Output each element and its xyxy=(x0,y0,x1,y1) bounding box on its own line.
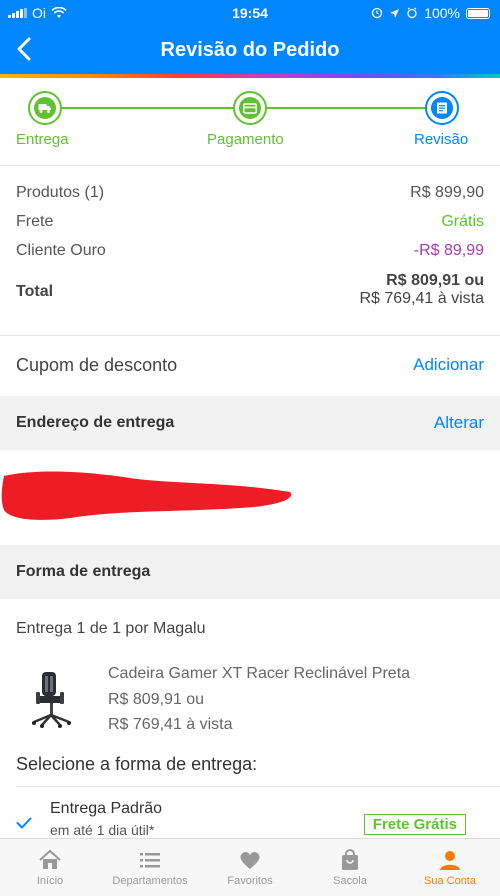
credit-card-icon xyxy=(243,102,257,114)
location-arrow-icon xyxy=(390,8,400,18)
tab-home[interactable]: Início xyxy=(0,839,100,896)
battery-icon xyxy=(466,7,490,19)
gold-client-discount: -R$ 89,99 xyxy=(413,242,484,259)
summary-total-row: Total R$ 809,91 ou R$ 769,41 à vista xyxy=(16,272,484,316)
add-coupon-link[interactable]: Adicionar xyxy=(413,355,484,375)
address-section-header: Endereço de entrega Alterar xyxy=(0,396,500,450)
summary-products-row: Produtos (1) R$ 899,90 xyxy=(16,184,484,202)
tab-label: Sua Conta xyxy=(424,875,476,887)
coupon-label: Cupom de desconto xyxy=(16,355,178,375)
step-payment[interactable] xyxy=(233,91,267,125)
alarm-clock-icon xyxy=(407,7,417,19)
tab-favorites[interactable]: Favoritos xyxy=(200,839,300,896)
stepper-line-2 xyxy=(250,107,442,109)
user-icon xyxy=(440,851,460,870)
product-price-line1: R$ 809,91 ou xyxy=(108,691,205,708)
shipment-row: Entrega 1 de 1 por Magalu xyxy=(16,620,484,638)
step-review[interactable] xyxy=(425,91,459,125)
delivery-option-standard[interactable]: Entrega Padrão em até 1 dia útil* Frete … xyxy=(0,790,500,840)
page-title: Revisão do Pedido xyxy=(160,39,340,61)
shipping-label: Frete xyxy=(16,213,54,230)
shipping-value: Grátis xyxy=(441,213,484,230)
shipment-label: Entrega 1 de 1 xyxy=(16,620,121,637)
stepper-line-1 xyxy=(50,107,250,109)
step-label-delivery: Entrega xyxy=(16,131,69,148)
coupon-row[interactable]: Cupom de desconto Adicionar xyxy=(16,355,484,376)
list-icon xyxy=(437,102,447,114)
status-bar: Oi 19:54 100% xyxy=(0,0,500,26)
shipment-by: por Magalu xyxy=(125,620,206,637)
gamer-chair-image xyxy=(32,672,71,728)
redacted-address xyxy=(1,471,292,520)
free-shipping-badge: Frete Grátis xyxy=(363,814,466,835)
menu-icon xyxy=(140,853,160,868)
delivery-option-detail: em até 1 dia útil* xyxy=(50,822,155,838)
truck-icon xyxy=(38,104,51,113)
checkmark-icon xyxy=(16,817,32,829)
tab-bag[interactable]: Sacola xyxy=(300,839,400,896)
change-address-link[interactable]: Alterar xyxy=(434,413,484,433)
total-value-line1: R$ 809,91 ou xyxy=(386,272,484,289)
delivery-section-header: Forma de entrega xyxy=(0,545,500,599)
delivery-option-name: Entrega Padrão xyxy=(50,800,163,817)
step-label-payment: Pagamento xyxy=(207,131,284,148)
bag-icon xyxy=(342,849,358,870)
step-delivery[interactable] xyxy=(28,91,62,125)
tab-label: Departamentos xyxy=(112,875,188,887)
battery-percent: 100% xyxy=(424,5,460,21)
tab-label: Favoritos xyxy=(227,875,273,887)
tab-label: Sacola xyxy=(333,875,367,887)
divider xyxy=(0,335,500,336)
total-value-line2: R$ 769,41 à vista xyxy=(359,290,484,307)
divider xyxy=(0,165,500,166)
app-header: Revisão do Pedido xyxy=(0,26,500,74)
alarm-icon xyxy=(372,7,383,19)
checkout-stepper: Entrega Pagamento Revisão xyxy=(0,78,500,160)
tab-departments[interactable]: Departamentos xyxy=(100,839,200,896)
product-name: Cadeira Gamer XT Racer Reclinável Preta xyxy=(108,665,411,682)
tab-label: Início xyxy=(36,875,64,887)
bottom-tab-bar: Início Departamentos Favoritos Sacola Su… xyxy=(0,838,500,896)
tab-account[interactable]: Sua Conta xyxy=(400,839,500,896)
step-label-review: Revisão xyxy=(414,131,469,148)
delivery-title: Forma de entrega xyxy=(16,563,151,580)
heart-icon xyxy=(240,852,260,869)
product-price-line2: R$ 769,41 à vista xyxy=(108,716,233,733)
home-icon xyxy=(39,849,61,869)
address-title: Endereço de entrega xyxy=(16,414,175,431)
products-label: Produtos (1) xyxy=(16,184,105,201)
select-delivery-heading: Selecione a forma de entrega: xyxy=(16,754,258,774)
products-value: R$ 899,90 xyxy=(410,184,484,201)
summary-shipping-row: Frete Grátis xyxy=(16,213,484,231)
gold-client-label: Cliente Ouro xyxy=(16,242,106,259)
total-label: Total xyxy=(16,283,54,300)
divider xyxy=(16,786,500,787)
summary-gold-row: Cliente Ouro -R$ 89,99 xyxy=(16,242,484,260)
